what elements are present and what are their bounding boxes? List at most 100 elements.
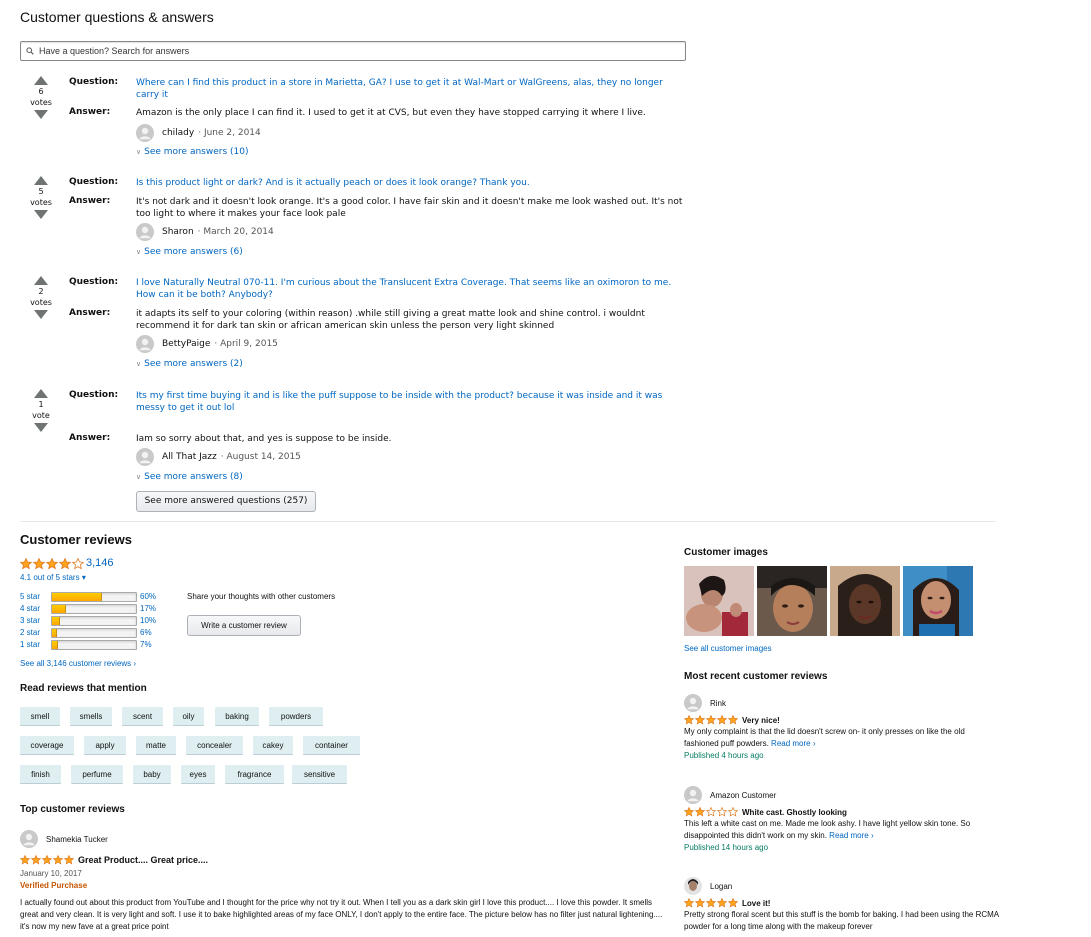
customer-image-4[interactable] — [903, 566, 973, 636]
histogram-percent[interactable]: 10% — [140, 615, 156, 626]
histogram-bar[interactable] — [51, 592, 137, 602]
histogram-star-label[interactable]: 1 star — [20, 639, 40, 650]
upvote-icon[interactable] — [26, 176, 56, 185]
see-more-answers-label: See more answers (6) — [144, 247, 243, 257]
qa-search-input[interactable] — [20, 41, 686, 61]
see-more-questions-button[interactable]: See more answered questions (257) — [136, 491, 316, 512]
review-headline-row: Very nice! — [684, 715, 999, 725]
review-stars — [684, 715, 738, 725]
downvote-icon[interactable] — [26, 110, 56, 119]
mention-tag[interactable]: cakey — [253, 736, 293, 755]
histogram-bar[interactable] — [51, 628, 137, 638]
mention-tag[interactable]: finish — [20, 765, 61, 784]
review-headline[interactable]: Very nice! — [742, 716, 780, 725]
mention-tag[interactable]: scent — [122, 707, 163, 726]
see-more-answers-link[interactable]: ∨ See more answers (10) — [136, 147, 248, 157]
histogram-row[interactable]: 1 star 7% — [20, 639, 180, 650]
vote-count: 1 — [38, 400, 44, 409]
review-headline[interactable]: White cast. Ghostly looking — [742, 808, 847, 817]
answer-author[interactable]: chilady · June 2, 2014 — [136, 123, 261, 143]
avatar — [684, 786, 702, 804]
review-author-name: Shamekia Tucker — [46, 834, 108, 844]
mention-tag[interactable]: sensitive — [292, 765, 347, 784]
see-all-reviews-link[interactable]: See all 3,146 customer reviews › — [20, 659, 136, 668]
histogram-bar[interactable] — [51, 604, 137, 614]
answer-author[interactable]: BettyPaige · April 9, 2015 — [136, 334, 278, 354]
answer-author[interactable]: Sharon · March 20, 2014 — [136, 222, 274, 242]
mention-tag[interactable]: coverage — [20, 736, 74, 755]
review-stars — [20, 855, 74, 865]
recent-reviews-title: Most recent customer reviews — [684, 671, 828, 682]
answer-text: it adapts its self to your coloring (wit… — [136, 309, 645, 331]
average-rating-stars[interactable] — [20, 558, 84, 570]
question-text-link[interactable]: I love Naturally Neutral 070-11. I'm cur… — [136, 277, 686, 301]
mention-tag[interactable]: fragrance — [225, 765, 284, 784]
histogram-bar[interactable] — [51, 616, 137, 626]
see-more-answers-link[interactable]: ∨ See more answers (2) — [136, 359, 243, 369]
question-text-link[interactable]: Where can I find this product in a store… — [136, 77, 686, 101]
published-time: Published 4 hours ago — [684, 751, 764, 760]
question-text-link[interactable]: Is this product light or dark? And is it… — [136, 177, 686, 189]
histogram-row[interactable]: 4 star 17% — [20, 603, 180, 614]
histogram-star-label[interactable]: 2 star — [20, 627, 40, 638]
review-author[interactable]: Rink — [684, 693, 999, 713]
review-author[interactable]: Logan — [684, 876, 999, 896]
answer-date: · June 2, 2014 — [198, 128, 261, 138]
mention-tag[interactable]: powders — [269, 707, 323, 726]
read-more-link[interactable]: Read more › — [829, 831, 873, 840]
customer-image-1[interactable] — [684, 566, 754, 636]
histogram-percent[interactable]: 60% — [140, 591, 156, 602]
mention-tag[interactable]: oily — [173, 707, 204, 726]
histogram-percent[interactable]: 6% — [140, 627, 152, 638]
histogram-row[interactable]: 2 star 6% — [20, 627, 180, 638]
answer-label: Answer: — [69, 107, 111, 117]
upvote-icon[interactable] — [26, 276, 56, 285]
see-more-answers-link[interactable]: ∨ See more answers (8) — [136, 472, 243, 482]
histogram-star-label[interactable]: 3 star — [20, 615, 40, 626]
downvote-icon[interactable] — [26, 423, 56, 432]
customer-images-title: Customer images — [684, 547, 768, 558]
downvote-icon[interactable] — [26, 210, 56, 219]
histogram-row[interactable]: 3 star 10% — [20, 615, 180, 626]
upvote-icon[interactable] — [26, 76, 56, 85]
customer-image-3[interactable] — [830, 566, 900, 636]
mention-tag[interactable]: baby — [133, 765, 171, 784]
answer-author[interactable]: All That Jazz · August 14, 2015 — [136, 447, 301, 467]
mention-tag[interactable]: smell — [20, 707, 60, 726]
vote-label: votes — [30, 198, 52, 207]
customer-image-2[interactable] — [757, 566, 827, 636]
answer-label: Answer: — [69, 433, 111, 443]
mention-tag[interactable]: concealer — [186, 736, 243, 755]
mention-tag[interactable]: container — [303, 736, 360, 755]
mention-tag[interactable]: smells — [70, 707, 112, 726]
histogram-star-label[interactable]: 4 star — [20, 603, 40, 614]
qa-section-title: Customer questions & answers — [20, 9, 214, 25]
histogram-percent[interactable]: 17% — [140, 603, 156, 614]
review-author[interactable]: Shamekia Tucker — [20, 830, 108, 848]
mention-tag[interactable]: baking — [215, 707, 259, 726]
see-all-images-link[interactable]: See all customer images — [684, 644, 772, 653]
write-review-button[interactable]: Write a customer review — [187, 615, 301, 636]
question-text-link[interactable]: Its my first time buying it and is like … — [136, 390, 686, 414]
avatar — [684, 694, 702, 712]
histogram-row[interactable]: 5 star 60% — [20, 591, 180, 602]
review-headline[interactable]: Great Product.... Great price.... — [78, 855, 208, 865]
review-body-text: Pretty strong floral scent but this stuf… — [684, 910, 999, 931]
histogram-bar-fill — [52, 617, 61, 625]
average-rating-dropdown[interactable]: 4.1 out of 5 stars ▾ — [20, 573, 86, 582]
review-count-link[interactable]: 3,146 — [86, 557, 114, 569]
read-more-link[interactable]: Read more › — [771, 739, 815, 748]
upvote-icon[interactable] — [26, 389, 56, 398]
mention-tag[interactable]: apply — [84, 736, 126, 755]
mention-tag[interactable]: matte — [136, 736, 176, 755]
mention-tag[interactable]: eyes — [181, 765, 215, 784]
see-more-answers-link[interactable]: ∨ See more answers (6) — [136, 247, 243, 257]
histogram-star-label[interactable]: 5 star — [20, 591, 40, 602]
review-headline[interactable]: Love it! — [742, 899, 770, 908]
histogram-bar[interactable] — [51, 640, 137, 650]
mention-tag[interactable]: perfume — [71, 765, 123, 784]
histogram-percent[interactable]: 7% — [140, 639, 152, 650]
downvote-icon[interactable] — [26, 310, 56, 319]
review-author[interactable]: Amazon Customer — [684, 785, 999, 805]
vote-label: vote — [32, 411, 50, 420]
